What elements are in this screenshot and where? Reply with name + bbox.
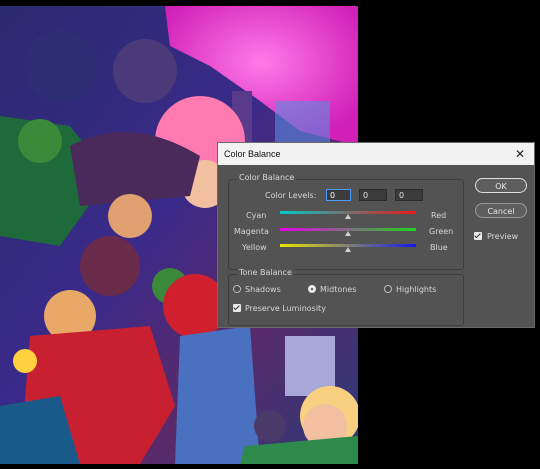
slider-right-label-green: Green: [429, 227, 454, 236]
preserve-luminosity-checkbox[interactable]: [233, 304, 241, 312]
slider-left-label-yellow: Yellow: [242, 243, 267, 252]
cancel-button[interactable]: Cancel: [475, 203, 527, 218]
slider-right-label-red: Red: [431, 211, 447, 220]
slider-left-label-cyan: Cyan: [246, 211, 267, 220]
preserve-luminosity-label: Preserve Luminosity: [245, 304, 326, 313]
level-input-cyan-red[interactable]: 0: [326, 189, 351, 201]
shadows-radio[interactable]: [233, 285, 241, 293]
color-balance-dialog: Color Balance ✕ Color Balance Color Leve…: [217, 142, 535, 328]
color-balance-group-label: Color Balance: [237, 173, 297, 182]
ok-button[interactable]: OK: [475, 178, 527, 193]
slider-right-label-blue: Blue: [430, 243, 448, 252]
yellow-blue-slider-thumb[interactable]: [345, 247, 351, 252]
shadows-label: Shadows: [245, 285, 281, 294]
midtones-label: Midtones: [320, 285, 357, 294]
tone-balance-group: [228, 274, 464, 326]
slider-left-label-magenta: Magenta: [234, 227, 269, 236]
close-icon[interactable]: ✕: [512, 146, 528, 162]
color-levels-label: Color Levels:: [265, 191, 317, 200]
highlights-label: Highlights: [396, 285, 437, 294]
midtones-radio[interactable]: [308, 285, 316, 293]
magenta-green-slider-thumb[interactable]: [345, 231, 351, 236]
highlights-radio[interactable]: [384, 285, 392, 293]
level-input-yellow-blue[interactable]: 0: [395, 189, 423, 201]
dialog-titlebar[interactable]: Color Balance ✕: [218, 143, 534, 165]
dialog-title: Color Balance: [224, 149, 281, 159]
tone-balance-group-label: Tone Balance: [237, 268, 294, 277]
level-input-magenta-green[interactable]: 0: [359, 189, 387, 201]
preview-label: Preview: [487, 232, 519, 241]
preview-checkbox[interactable]: [474, 232, 482, 240]
cyan-red-slider-thumb[interactable]: [345, 214, 351, 219]
